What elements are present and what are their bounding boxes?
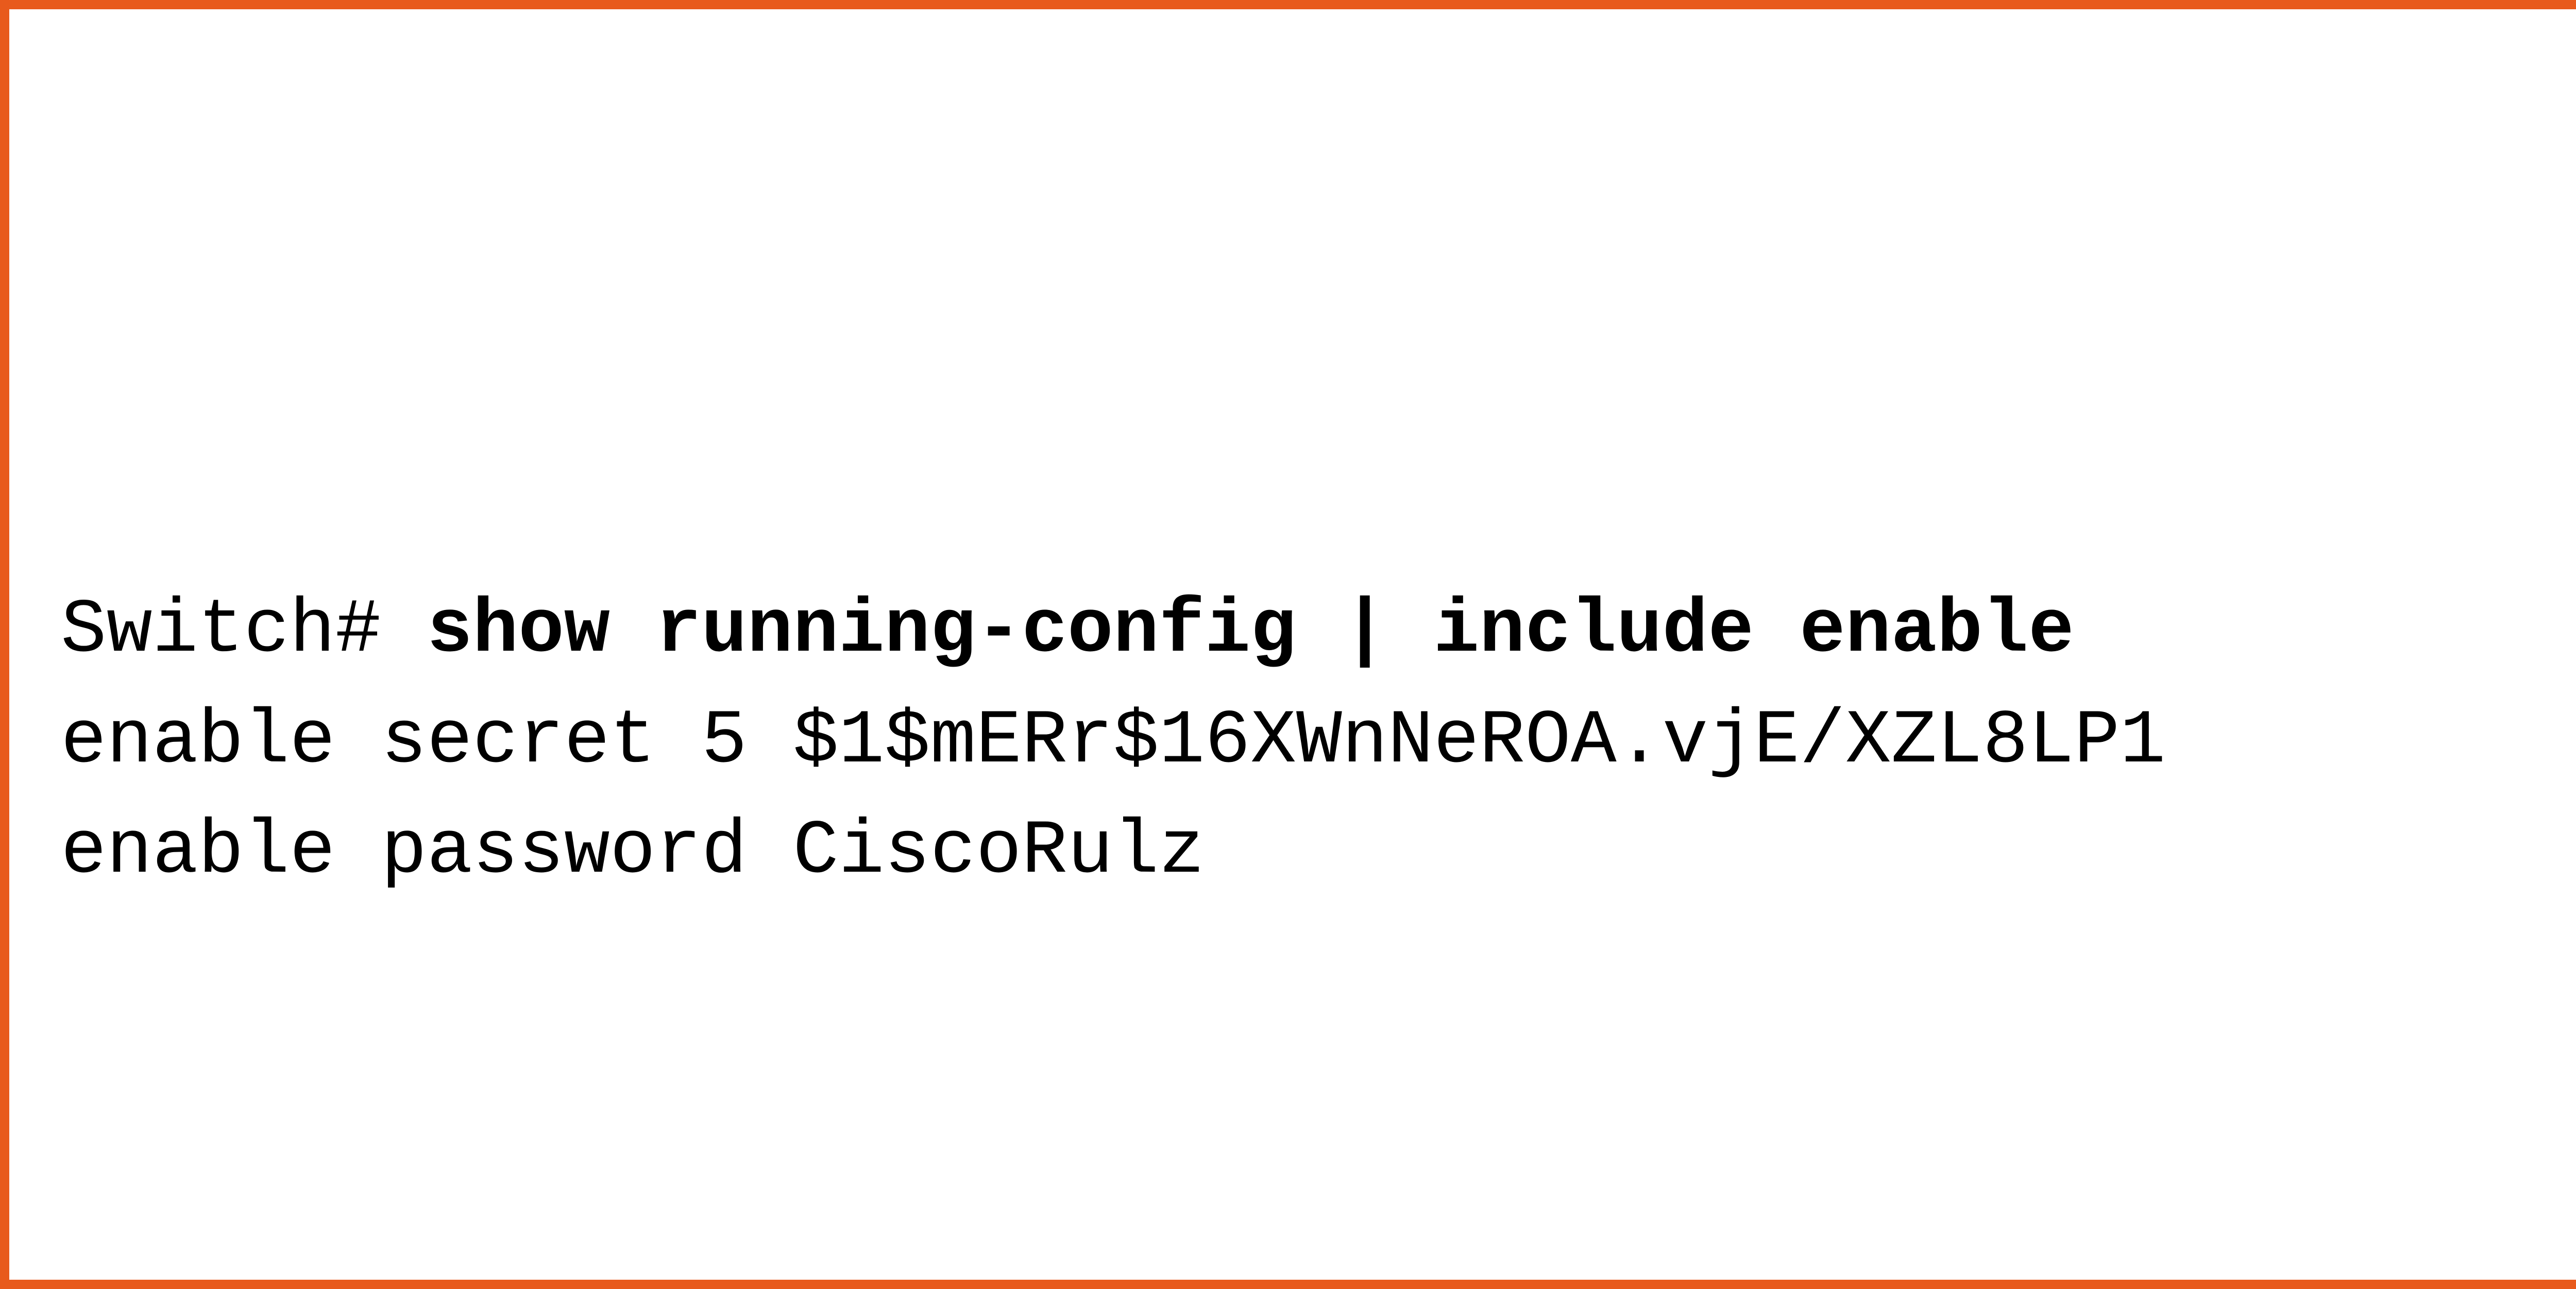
- document-frame: PI V IT Switch# show running-config | in…: [0, 0, 2576, 1289]
- terminal-command: show running-config | include enable: [427, 588, 2074, 674]
- terminal-prompt: Switch#: [61, 588, 427, 674]
- terminal-output-line-2: enable password CiscoRulz: [61, 797, 2165, 908]
- terminal-output-line-1: enable secret 5 $1$mERr$16XWnNeROA.vjE/X…: [61, 687, 2165, 798]
- terminal-command-line: Switch# show running-config | include en…: [61, 576, 2165, 687]
- terminal-output: Switch# show running-config | include en…: [61, 576, 2165, 908]
